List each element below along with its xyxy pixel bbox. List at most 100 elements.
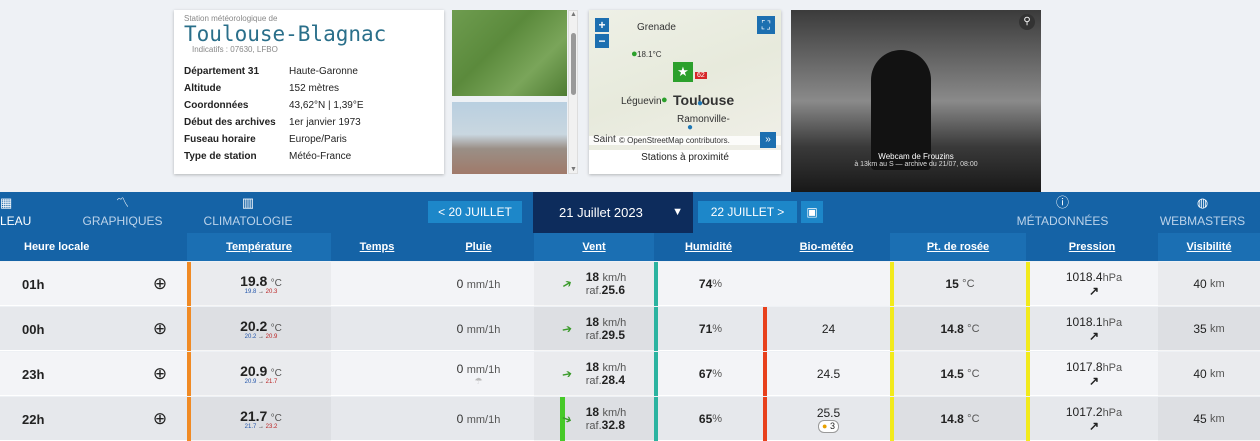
wind-speed: 18 xyxy=(585,270,600,284)
table-icon: ▦ xyxy=(0,195,13,210)
header-visibilite[interactable]: Visibilité xyxy=(1158,233,1260,261)
header-pression[interactable]: Pression xyxy=(1026,233,1158,261)
wind-cell: ➔ 18 km/h raf.28.4 xyxy=(534,352,654,396)
wind-cell: ➔ 18 km/h raf.32.8 xyxy=(534,397,654,441)
previous-day-button[interactable]: < 20 JUILLET xyxy=(428,201,522,223)
nearby-stations-label[interactable]: Stations à proximité xyxy=(589,152,781,163)
humidity-unit: % xyxy=(712,413,723,425)
wind-direction-icon: ➔ xyxy=(559,410,574,428)
map-attribution[interactable]: © OpenStreetMap contributors. xyxy=(589,136,781,145)
pressure-trend-icon: ↗ xyxy=(1088,373,1100,388)
header-vent[interactable]: Vent xyxy=(534,233,654,261)
station-photo-ground[interactable] xyxy=(452,102,567,174)
temperature-value: 20.9 xyxy=(240,362,268,379)
plus-circle-icon[interactable]: ⊕ xyxy=(153,319,167,339)
chevron-down-icon[interactable]: ▼ xyxy=(672,192,683,233)
plus-circle-icon[interactable]: ⊕ xyxy=(153,364,167,384)
header-point-de-rosee[interactable]: Pt. de rosée xyxy=(890,233,1026,261)
map-canvas[interactable]: + − ⛶ Grenade 18.1°C ● ★ 62 Léguevin ● T… xyxy=(589,10,781,150)
rain-cell: 0 mm/1h xyxy=(423,397,534,441)
map-zoom-in-button[interactable]: + xyxy=(595,18,609,32)
calendar-icon[interactable]: ▣ xyxy=(801,201,823,223)
header-heure: Heure locale xyxy=(24,241,90,253)
header-bio-meteo[interactable]: Bio-météo xyxy=(763,233,890,261)
map-marker-icon[interactable]: ● xyxy=(687,122,693,133)
table-row: 00h ⊕ 20.2 °C 20.2 → 20.9 0 mm/1h ➔ 18 k… xyxy=(0,307,1260,351)
expand-row-button[interactable]: ⊕ xyxy=(136,397,184,441)
table-header: Heure locale Température Temps Pluie Ven… xyxy=(0,233,1260,261)
wind-cell: ➔ 18 km/h raf.25.6 xyxy=(534,262,654,306)
pressure-value: 1018.1 xyxy=(1065,314,1103,329)
wind-direction-icon: ➔ xyxy=(560,321,573,337)
rain-cell: 0 mm/1h ☂ xyxy=(423,352,534,396)
map-label-leguevin: Léguevin xyxy=(621,96,662,107)
hour-cell: 00h xyxy=(22,321,45,337)
temperature-cell: 19.8 °C 19.8 → 20.3 xyxy=(191,262,331,306)
photo-scrollbar[interactable]: ▲ ▼ xyxy=(568,10,578,174)
map-zoom-out-button[interactable]: − xyxy=(595,34,609,48)
pressure-trend-icon: ↗ xyxy=(1088,283,1100,298)
tab-tableau[interactable]: ▦ LEAU xyxy=(0,192,40,233)
scroll-down-icon[interactable]: ▼ xyxy=(570,166,577,173)
hour-cell: 23h xyxy=(22,366,45,382)
expand-row-button[interactable]: ⊕ xyxy=(136,262,184,306)
tab-graphiques[interactable]: 〽 GRAPHIQUES xyxy=(80,192,165,233)
plus-circle-icon[interactable]: ⊕ xyxy=(153,274,167,294)
map-fullscreen-icon[interactable]: ⛶ xyxy=(757,16,775,34)
rain-cell: 0 mm/1h xyxy=(423,307,534,351)
tab-label: CLIMATOLOGIE xyxy=(203,214,293,228)
humidity-cell: 65% xyxy=(658,397,763,441)
header-humidite[interactable]: Humidité xyxy=(654,233,763,261)
temperature-max: 23.2 xyxy=(265,423,278,430)
detail-label: Type de station xyxy=(184,151,257,162)
tab-metadonnees[interactable]: ⓘ MÉTADONNÉES xyxy=(1010,192,1115,233)
next-day-button[interactable]: 22 JUILLET > xyxy=(698,201,797,223)
station-star-marker-icon[interactable]: ★ xyxy=(673,62,693,82)
station-detail-row: Type de station Météo-France xyxy=(184,148,364,165)
station-detail-row: Coordonnées 43,62°N | 1,39°E xyxy=(184,97,364,114)
temperature-cell: 21.7 °C 21.7 → 23.2 xyxy=(191,397,331,441)
map-marker-icon[interactable]: ● xyxy=(697,98,703,109)
scrollbar-thumb[interactable] xyxy=(571,33,576,95)
rain-value: 0 xyxy=(456,322,464,336)
bio-meteo-value: 25.5 xyxy=(816,405,841,420)
humidity-value: 67 xyxy=(698,367,713,381)
expand-row-button[interactable]: ⊕ xyxy=(136,307,184,351)
weather-cell xyxy=(331,352,423,396)
tab-webmasters[interactable]: ◍ WEBMASTERS xyxy=(1150,192,1255,233)
pressure-cell: 1017.8hPa ↗ xyxy=(1030,352,1158,396)
gust-value: 25.6 xyxy=(601,283,626,297)
header-pluie[interactable]: Pluie xyxy=(423,233,534,261)
detail-value: Haute-Garonne xyxy=(289,66,358,77)
date-selector[interactable]: 21 Juillet 2023 ▼ xyxy=(533,192,693,233)
plus-circle-icon[interactable]: ⊕ xyxy=(153,409,167,429)
expand-row-button[interactable]: ⊕ xyxy=(136,352,184,396)
zoom-icon[interactable]: ⚲ xyxy=(1019,14,1035,30)
humidity-cell: 67% xyxy=(658,352,763,396)
webcam-image[interactable]: ⚲ Webcam de Frouzins à 13km au S — archi… xyxy=(791,10,1041,192)
map-next-button[interactable]: » xyxy=(760,132,776,148)
station-photo-aerial[interactable] xyxy=(452,10,567,96)
rain-unit: mm/1h xyxy=(466,363,501,376)
bio-meteo-cell: 25.5 ● 3 xyxy=(767,397,890,441)
map-marker-icon[interactable]: ● xyxy=(661,94,668,106)
tab-climatologie[interactable]: ▥ CLIMATOLOGIE xyxy=(200,192,296,233)
gust-label: raf. xyxy=(585,330,602,342)
header-temperature[interactable]: Température xyxy=(187,233,331,261)
header-temps[interactable]: Temps xyxy=(331,233,423,261)
pressure-value: 1018.4 xyxy=(1065,269,1103,284)
hour-cell: 01h xyxy=(22,276,45,292)
detail-label: Altitude xyxy=(184,83,222,94)
station-detail-row: Département 31 Haute-Garonne xyxy=(184,63,364,80)
rain-unit: mm/1h xyxy=(466,324,501,336)
bio-meteo-value: 24.5 xyxy=(816,367,841,381)
rain-unit: mm/1h xyxy=(466,414,501,426)
visibility-unit: km xyxy=(1210,413,1225,425)
pressure-cell: 1018.4hPa ↗ xyxy=(1030,262,1158,306)
temperature-unit: °C xyxy=(270,412,282,424)
nearby-stations-map[interactable]: + − ⛶ Grenade 18.1°C ● ★ 62 Léguevin ● T… xyxy=(589,10,781,174)
tab-label: GRAPHIQUES xyxy=(82,214,163,228)
scroll-up-icon[interactable]: ▲ xyxy=(570,11,577,18)
rain-drops-icon: ☂ xyxy=(474,375,483,386)
map-marker-icon[interactable]: ● xyxy=(631,48,638,60)
